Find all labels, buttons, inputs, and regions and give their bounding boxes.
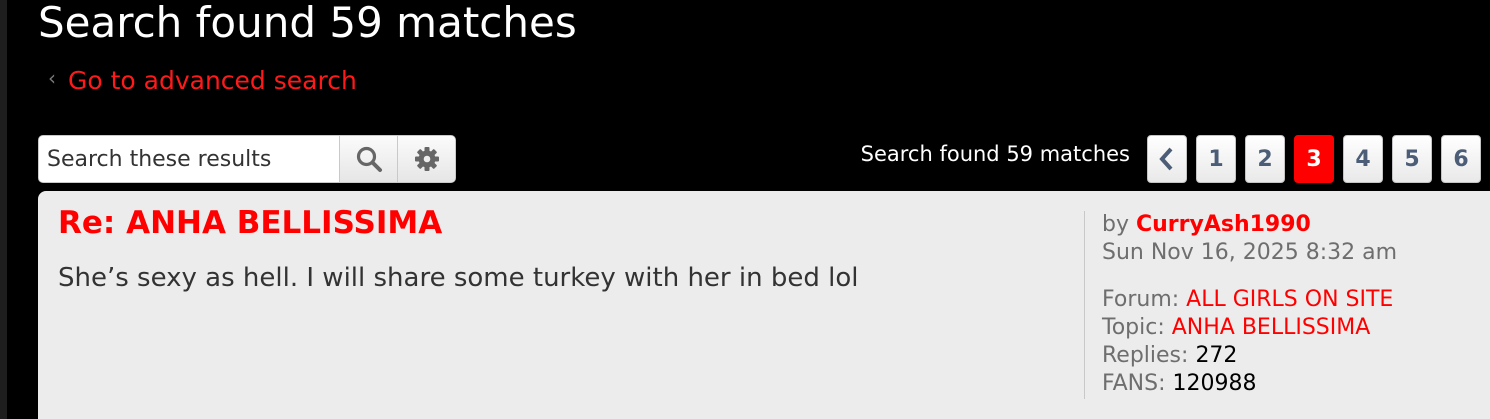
search-icon [356, 146, 382, 172]
fans-line: FANS: 120988 [1102, 370, 1490, 398]
forum-label: Forum: [1102, 287, 1180, 312]
by-label: by [1102, 212, 1129, 237]
advanced-search-link-label: Go to advanced search [68, 65, 357, 95]
current-page-button[interactable]: 3 [1294, 135, 1334, 183]
author-link[interactable]: CurryAsh1990 [1136, 212, 1311, 237]
page-title: Search found 59 matches [38, 0, 577, 47]
advanced-options-button[interactable] [397, 136, 455, 182]
chevron-left-icon: ‹ [48, 66, 56, 90]
search-results-page: Search found 59 matches ‹ Go to advanced… [0, 0, 1490, 419]
result-excerpt: She’s sexy as hell. I will share some tu… [58, 263, 859, 293]
result-meta: by CurryAsh1990 Sun Nov 16, 2025 8:32 am… [1084, 211, 1490, 399]
previous-page-button[interactable] [1147, 135, 1187, 183]
replies-label: Replies: [1102, 343, 1189, 368]
gear-icon [414, 147, 439, 171]
replies-count: 272 [1195, 343, 1238, 368]
result-count: Search found 59 matches [860, 142, 1130, 166]
topic-label: Topic: [1102, 315, 1165, 340]
search-box [38, 135, 456, 183]
page-6-button[interactable]: 6 [1441, 135, 1481, 183]
forum-link[interactable]: ALL GIRLS ON SITE [1186, 287, 1393, 312]
result-title-link[interactable]: Re: ANHA BELLISSIMA [58, 205, 442, 241]
replies-line: Replies: 272 [1102, 342, 1490, 370]
page-4-button[interactable]: 4 [1343, 135, 1383, 183]
search-result-card: Re: ANHA BELLISSIMA She’s sexy as hell. … [38, 191, 1490, 419]
topic-line: Topic: ANHA BELLISSIMA [1102, 314, 1490, 342]
topic-link[interactable]: ANHA BELLISSIMA [1172, 315, 1371, 340]
page-left-edge [0, 0, 7, 419]
search-button[interactable] [339, 136, 397, 182]
advanced-search-link[interactable]: ‹ Go to advanced search [48, 64, 357, 96]
fans-label: FANS: [1102, 371, 1166, 396]
search-input[interactable] [39, 136, 339, 182]
author-line: by CurryAsh1990 [1102, 211, 1490, 239]
fans-count: 120988 [1172, 371, 1257, 396]
post-date: Sun Nov 16, 2025 8:32 am [1102, 240, 1398, 265]
page-2-button[interactable]: 2 [1245, 135, 1285, 183]
page-5-button[interactable]: 5 [1392, 135, 1432, 183]
forum-line: Forum: ALL GIRLS ON SITE [1102, 286, 1490, 314]
pagination-bar: Search found 59 matches 1 2 3 4 5 6 [861, 135, 1490, 183]
chevron-left-icon [1159, 147, 1173, 171]
page-1-button[interactable]: 1 [1196, 135, 1236, 183]
